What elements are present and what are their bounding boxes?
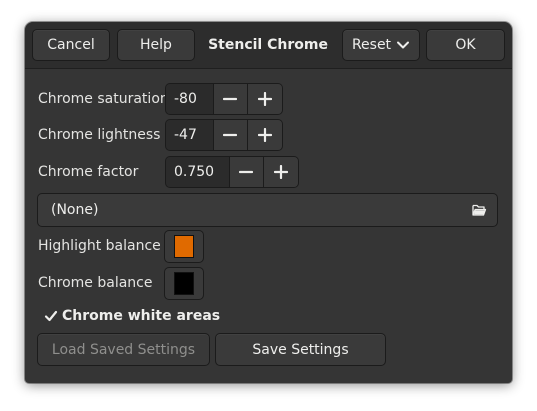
chrome-saturation-decrement-button[interactable]: [212, 84, 248, 114]
header-bar: Cancel Help Stencil Chrome Reset OK: [25, 22, 512, 69]
minus-icon: [239, 170, 254, 174]
chrome-lightness-label: Chrome lightness: [38, 127, 161, 143]
environment-map-selector[interactable]: (None): [37, 193, 498, 227]
chrome-lightness-increment-button[interactable]: [247, 120, 282, 150]
chrome-factor-increment-button[interactable]: [263, 157, 298, 187]
help-button[interactable]: Help: [117, 29, 195, 61]
chrome-balance-color-button[interactable]: [164, 267, 204, 300]
minus-icon: [223, 97, 238, 101]
environment-map-value: (None): [51, 202, 99, 218]
plus-icon: [258, 128, 273, 142]
plus-icon: [274, 165, 289, 179]
chrome-balance-swatch: [174, 272, 194, 295]
chrome-lightness-input[interactable]: -47: [166, 120, 213, 150]
highlight-balance-swatch: [174, 235, 194, 258]
chrome-lightness-decrement-button[interactable]: [212, 120, 248, 150]
chrome-lightness-spinbutton: -47: [165, 119, 283, 151]
reset-button-label: Reset: [351, 37, 392, 53]
chrome-factor-spinbutton: 0.750: [165, 156, 299, 188]
cancel-button[interactable]: Cancel: [32, 29, 110, 61]
checkmark-icon: [43, 308, 59, 324]
ok-button[interactable]: OK: [426, 29, 505, 61]
chrome-saturation-label: Chrome saturation: [38, 91, 169, 107]
chrome-saturation-increment-button[interactable]: [247, 84, 282, 114]
minus-icon: [223, 133, 238, 137]
chrome-factor-input[interactable]: 0.750: [166, 157, 229, 187]
chrome-factor-decrement-button[interactable]: [228, 157, 264, 187]
chrome-white-areas-label: Chrome white areas: [62, 308, 221, 324]
page: Cancel Help Stencil Chrome Reset OK Chro…: [0, 0, 537, 411]
open-file-icon[interactable]: [471, 202, 487, 218]
reset-button[interactable]: Reset: [342, 29, 420, 61]
load-saved-settings-button[interactable]: Load Saved Settings: [37, 333, 210, 366]
save-settings-button[interactable]: Save Settings: [215, 333, 386, 366]
plus-icon: [258, 92, 273, 106]
stencil-chrome-dialog: Cancel Help Stencil Chrome Reset OK Chro…: [25, 22, 512, 383]
highlight-balance-label: Highlight balance: [38, 238, 161, 254]
chrome-saturation-input[interactable]: -80: [166, 84, 213, 114]
chrome-saturation-spinbutton: -80: [165, 83, 283, 115]
highlight-balance-color-button[interactable]: [164, 230, 204, 263]
chrome-factor-label: Chrome factor: [38, 164, 139, 180]
dialog-title: Stencil Chrome: [208, 37, 328, 53]
chrome-white-areas-checkbox[interactable]: Chrome white areas: [43, 307, 220, 325]
chrome-balance-label: Chrome balance: [38, 275, 153, 291]
chevron-down-icon: [397, 41, 410, 49]
